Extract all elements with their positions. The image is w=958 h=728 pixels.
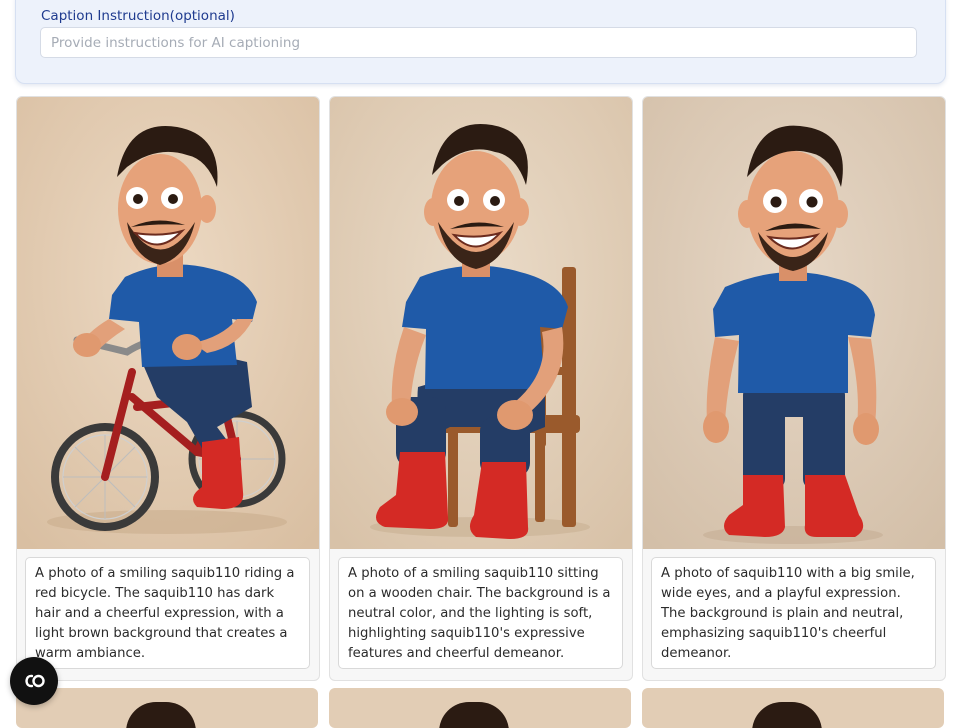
image-caption[interactable]: A photo of a smiling saquib110 riding a …	[25, 557, 310, 669]
generated-image[interactable]	[330, 97, 632, 549]
character-standing-illustration	[643, 97, 945, 549]
generated-image[interactable]	[17, 97, 319, 549]
image-card-partial[interactable]	[642, 688, 944, 728]
image-card: A photo of saquib110 with a big smile, w…	[642, 96, 946, 681]
image-caption[interactable]: A photo of saquib110 with a big smile, w…	[651, 557, 936, 669]
character-chair-illustration	[330, 97, 632, 549]
image-card-partial[interactable]	[16, 688, 318, 728]
cc-icon	[25, 674, 45, 688]
cc-button[interactable]	[10, 657, 58, 705]
image-card: A photo of a smiling saquib110 sitting o…	[329, 96, 633, 681]
image-card: A photo of a smiling saquib110 riding a …	[16, 96, 320, 681]
character-bicycle-illustration	[17, 97, 319, 549]
image-caption[interactable]: A photo of a smiling saquib110 sitting o…	[338, 557, 623, 669]
generated-image[interactable]	[643, 97, 945, 549]
caption-instruction-label: Caption Instruction(optional)	[41, 8, 235, 24]
caption-instruction-input[interactable]	[40, 27, 917, 58]
image-card-partial[interactable]	[329, 688, 631, 728]
